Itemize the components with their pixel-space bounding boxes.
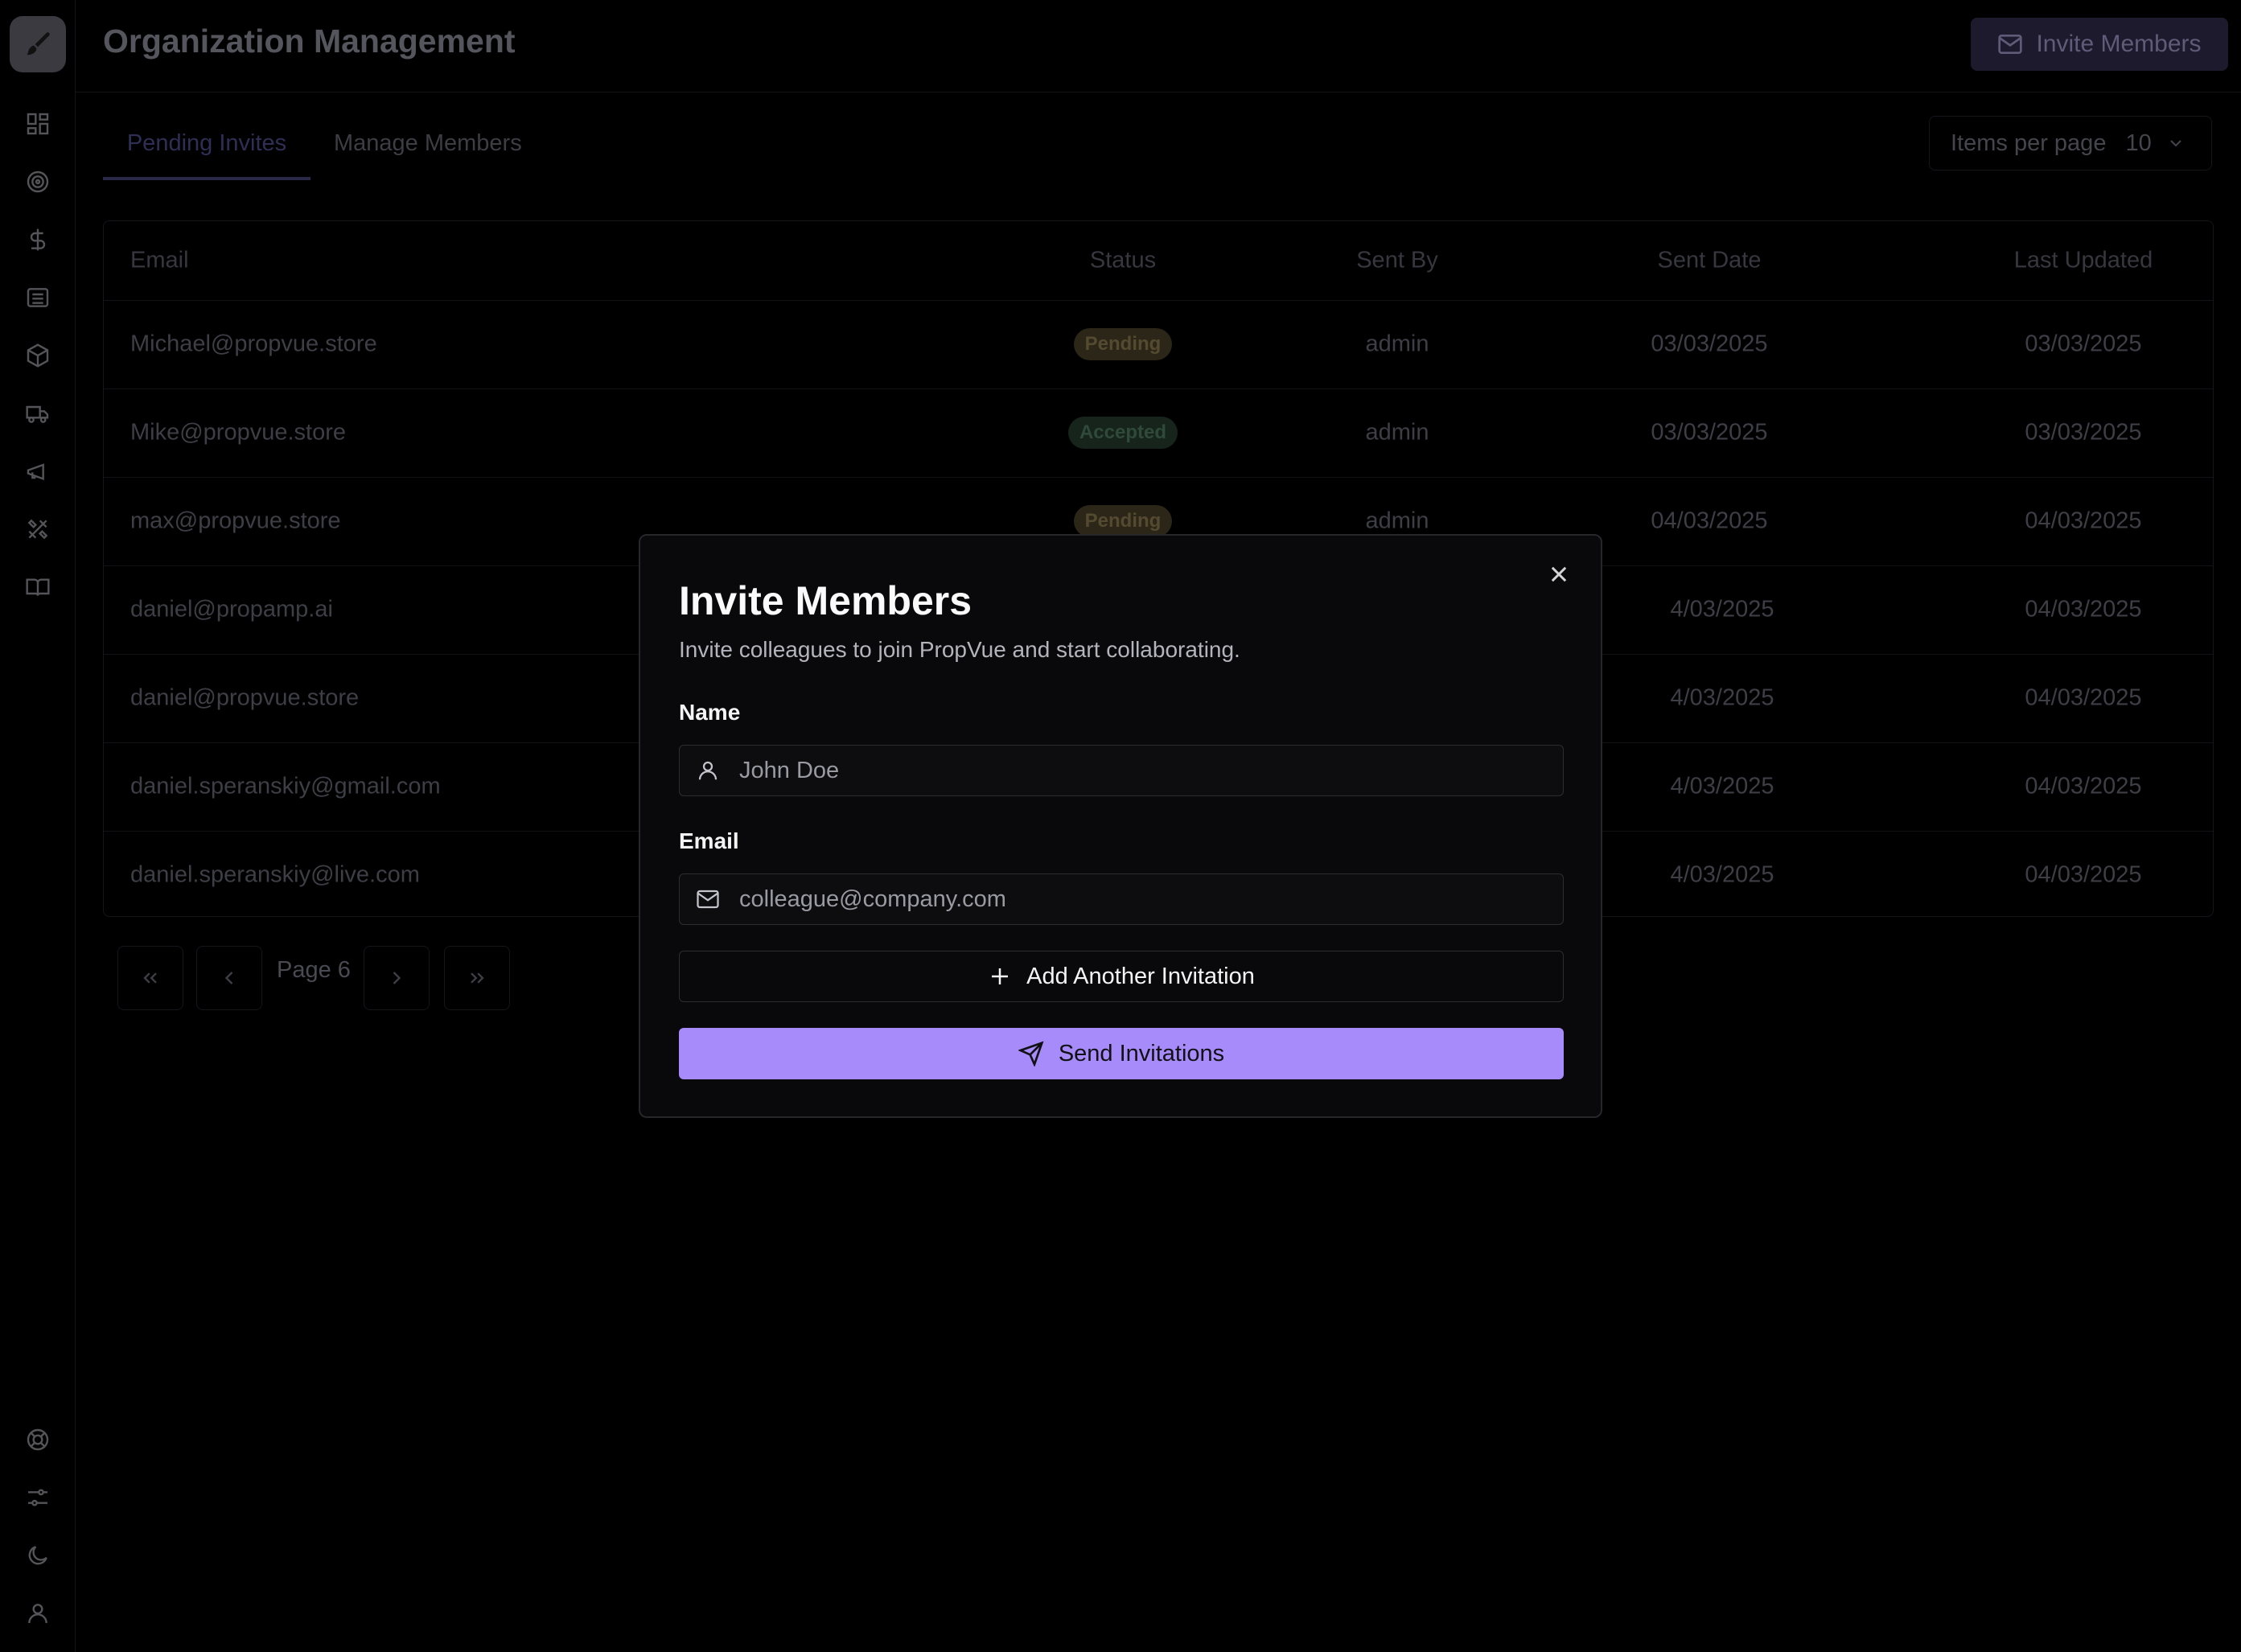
chevron-down-icon [2170, 140, 2181, 147]
email-label: Email [679, 828, 739, 853]
items-per-page-value: 10 [2125, 129, 2152, 156]
row-email: Michael@propvue.store [130, 331, 377, 357]
email-input[interactable] [738, 885, 1545, 914]
status-badge: Pending [1073, 505, 1173, 537]
mail-icon [1998, 35, 2023, 54]
send-icon [1018, 1041, 1044, 1066]
sliders-icon[interactable] [20, 1480, 56, 1515]
last-page-button[interactable] [444, 946, 510, 1010]
name-label: Name [679, 700, 741, 725]
row-email: max@propvue.store [130, 508, 341, 534]
tools-icon[interactable] [20, 512, 56, 547]
page-title: Organization Management [103, 23, 516, 60]
dialog-subtitle: Invite colleagues to join PropVue and st… [679, 637, 1240, 662]
close-icon [1551, 566, 1567, 582]
add-another-invitation-label: Add Another Invitation [1026, 963, 1255, 989]
invite-members-button[interactable]: Invite Members [1971, 18, 2228, 71]
name-input[interactable] [738, 756, 1545, 785]
items-per-page-label: Items per page [1951, 129, 2107, 156]
truck-icon[interactable] [20, 396, 56, 431]
lifebuoy-icon[interactable] [20, 1422, 56, 1457]
row-status-cell: Pending [1020, 328, 1226, 360]
row-email: daniel.speranskiy@live.com [130, 861, 420, 888]
invite-members-label: Invite Members [2036, 31, 2202, 57]
megaphone-icon[interactable] [20, 454, 56, 489]
add-another-invitation-button[interactable]: Add Another Invitation [679, 951, 1564, 1002]
dollar-icon[interactable] [20, 222, 56, 257]
email-field[interactable] [679, 873, 1564, 925]
table-header-row: Email Status Sent By Sent Date Last Upda… [104, 221, 2213, 301]
column-header-sent-by[interactable]: Sent By [1294, 248, 1500, 274]
row-last-updated: 04/03/2025 [2025, 773, 2142, 799]
sidebar [0, 0, 76, 1652]
row-last-updated: 03/03/2025 [2025, 331, 2142, 357]
tab-pending-invites[interactable]: Pending Invites [103, 130, 310, 180]
row-sent-by: admin [1365, 331, 1429, 357]
list-icon[interactable] [20, 280, 56, 315]
row-sent-date: 4/03/2025 [1670, 684, 1774, 711]
page-header: Organization Management Invite Members [76, 0, 2241, 92]
user-icon [698, 761, 718, 780]
row-email: daniel.speranskiy@gmail.com [130, 773, 441, 799]
table-row[interactable]: Mike@propvue.store Accepted admin 03/03/… [104, 388, 2213, 478]
row-status-cell: Accepted [1020, 417, 1226, 449]
tab-manage-members[interactable]: Manage Members [334, 130, 522, 180]
chevron-right-icon [393, 972, 401, 984]
column-header-email[interactable]: Email [130, 248, 189, 274]
items-per-page-select[interactable]: Items per page 10 [1929, 116, 2212, 171]
moon-icon[interactable] [20, 1538, 56, 1573]
box-icon[interactable] [20, 338, 56, 373]
row-email: daniel@propvue.store [130, 684, 360, 711]
app-logo[interactable] [10, 16, 66, 72]
row-email: Mike@propvue.store [130, 419, 346, 446]
chevron-left-icon [224, 972, 233, 984]
row-sent-date: 03/03/2025 [1651, 331, 1768, 357]
row-sent-by: admin [1365, 419, 1429, 446]
row-last-updated: 04/03/2025 [2025, 684, 2142, 711]
plus-icon [992, 968, 1009, 984]
status-badge: Pending [1073, 328, 1173, 360]
close-dialog-button[interactable] [1544, 560, 1573, 589]
table-row[interactable]: Michael@propvue.store Pending admin 03/0… [104, 300, 2213, 389]
first-page-button[interactable] [117, 946, 183, 1010]
dialog-title: Invite Members [679, 578, 972, 623]
brush-logo-icon [27, 32, 50, 55]
row-sent-date: 03/03/2025 [1651, 419, 1768, 446]
next-page-button[interactable] [364, 946, 430, 1010]
row-last-updated: 04/03/2025 [2025, 596, 2142, 623]
column-header-sent-date[interactable]: Sent Date [1606, 248, 1812, 274]
user-icon[interactable] [20, 1596, 56, 1631]
row-sent-date: 04/03/2025 [1651, 508, 1768, 534]
row-sent-date: 4/03/2025 [1670, 861, 1774, 888]
page-indicator: Page 6 [277, 957, 351, 983]
dashboard-icon[interactable] [20, 106, 56, 142]
row-sent-date: 4/03/2025 [1670, 596, 1774, 623]
row-status-cell: Pending [1020, 505, 1226, 537]
column-header-last-updated[interactable]: Last Updated [1980, 248, 2186, 274]
send-invitations-button[interactable]: Send Invitations [679, 1028, 1564, 1079]
status-badge: Accepted [1067, 417, 1178, 449]
row-sent-by: admin [1365, 508, 1429, 534]
target-icon[interactable] [20, 164, 56, 199]
column-header-status[interactable]: Status [1020, 248, 1226, 274]
previous-page-button[interactable] [196, 946, 262, 1010]
mail-icon [697, 890, 719, 909]
row-last-updated: 04/03/2025 [2025, 508, 2142, 534]
row-last-updated: 04/03/2025 [2025, 861, 2142, 888]
row-sent-date: 4/03/2025 [1670, 773, 1774, 799]
chevrons-left-icon [143, 972, 157, 984]
book-icon[interactable] [20, 569, 56, 605]
send-invitations-label: Send Invitations [1058, 1040, 1225, 1066]
row-email: daniel@propamp.ai [130, 596, 333, 623]
chevrons-right-icon [471, 972, 484, 984]
invite-members-dialog: Invite Members Invite colleagues to join… [639, 534, 1602, 1118]
name-field[interactable] [679, 745, 1564, 796]
row-last-updated: 03/03/2025 [2025, 419, 2142, 446]
